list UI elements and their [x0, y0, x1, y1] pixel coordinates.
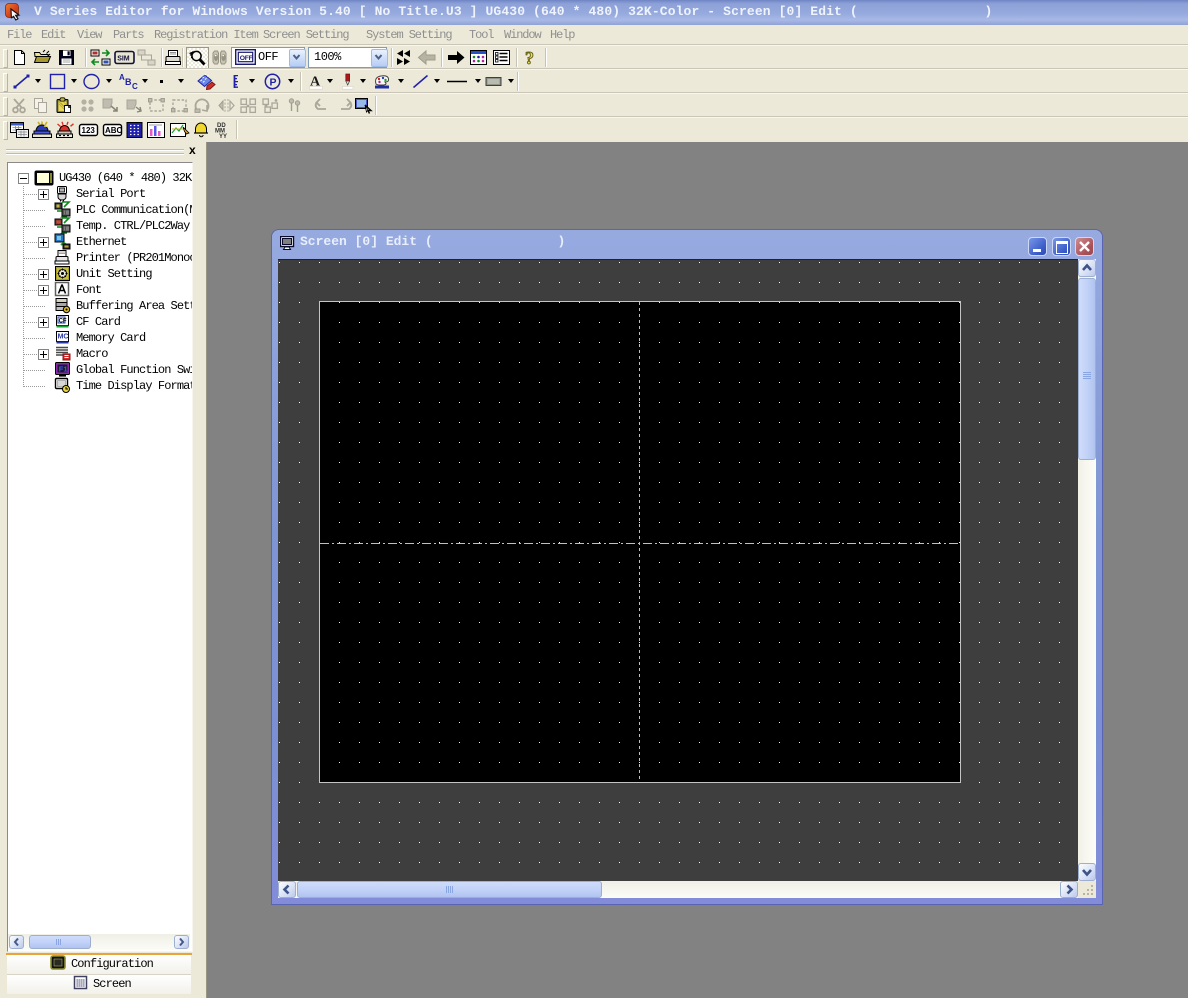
svg-text:MC: MC: [58, 334, 69, 341]
svg-text:P: P: [270, 77, 277, 89]
svg-text:ABC: ABC: [105, 126, 123, 135]
svg-text:OFF: OFF: [240, 55, 253, 62]
svg-text:123: 123: [82, 126, 96, 135]
svg-text:F1: F1: [59, 365, 68, 374]
svg-text:C: C: [132, 82, 138, 90]
svg-text:B: B: [125, 77, 132, 87]
svg-text:?: ?: [525, 48, 534, 68]
svg-text:YY: YY: [219, 134, 227, 139]
svg-text:SIM: SIM: [117, 56, 130, 63]
svg-text:CF: CF: [59, 318, 67, 324]
